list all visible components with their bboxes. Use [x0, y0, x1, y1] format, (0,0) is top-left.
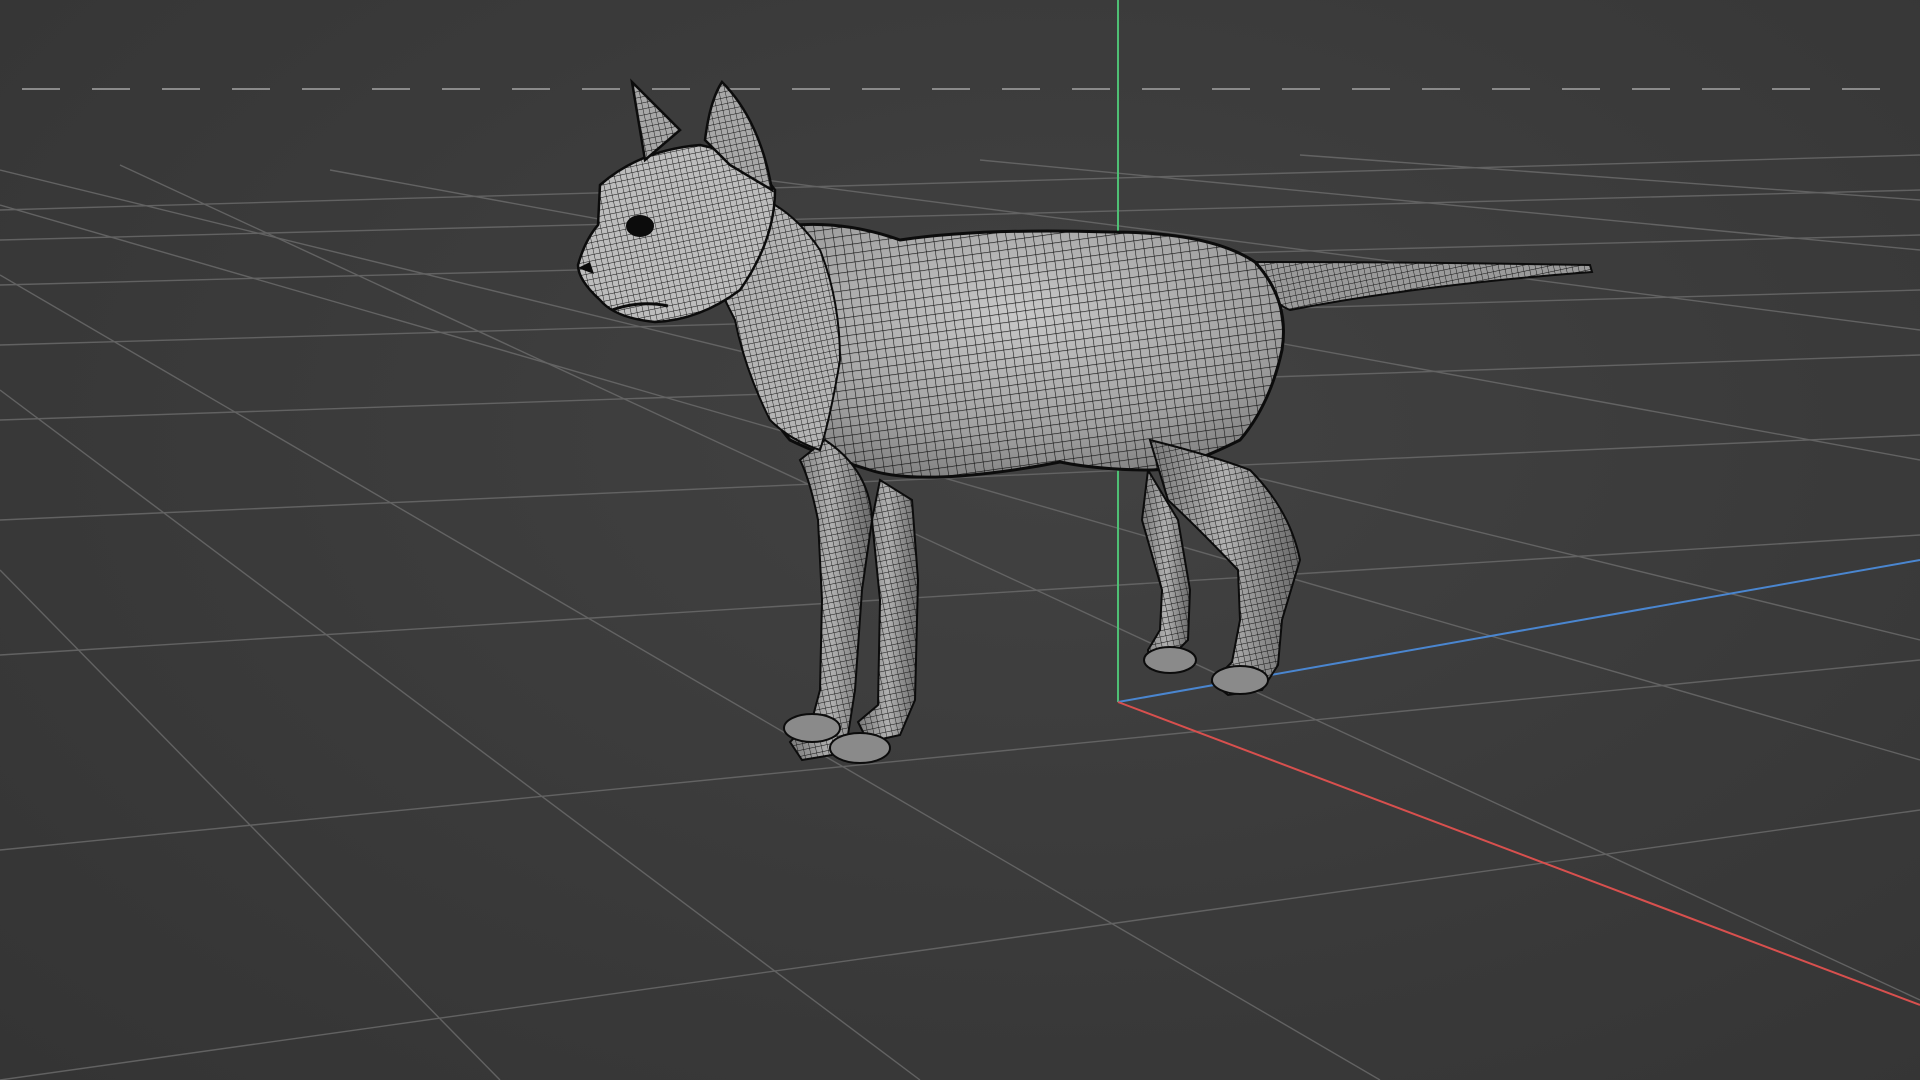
- viewport-canvas[interactable]: [0, 0, 1920, 1080]
- cat-paw: [829, 732, 891, 764]
- 3d-viewport[interactable]: [0, 0, 1920, 1080]
- cat-paw: [1211, 665, 1269, 695]
- cat-eye: [626, 215, 654, 237]
- cat-paw: [783, 713, 841, 743]
- cat-mesh[interactable]: [576, 78, 1594, 764]
- cat-paw: [1143, 646, 1197, 674]
